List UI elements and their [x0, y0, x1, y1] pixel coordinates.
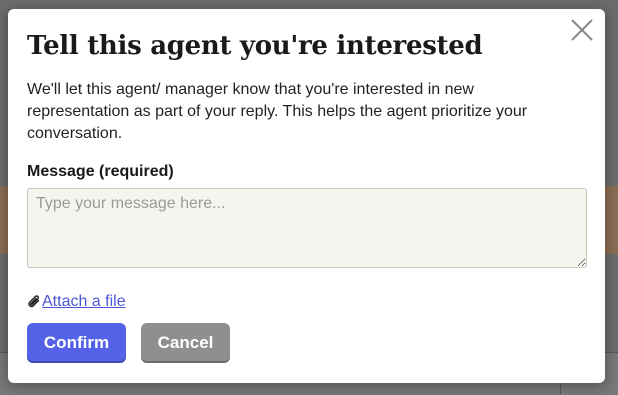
message-label: Message (required) [27, 163, 174, 180]
paperclip-icon [28, 295, 40, 308]
attach-file: Attach a file [27, 293, 126, 311]
close-button[interactable] [569, 17, 595, 43]
modal-description: We'll let this agent/ manager know that … [27, 81, 528, 142]
message-input[interactable] [27, 188, 587, 268]
confirm-button[interactable]: Confirm [27, 323, 126, 363]
close-icon [571, 19, 593, 41]
attach-file-link[interactable]: Attach a file [42, 293, 126, 311]
cancel-button[interactable]: Cancel [141, 323, 230, 363]
modal-title: Tell this agent you're interested [27, 31, 483, 61]
interest-modal: Tell this agent you're interested We'll … [8, 9, 605, 383]
